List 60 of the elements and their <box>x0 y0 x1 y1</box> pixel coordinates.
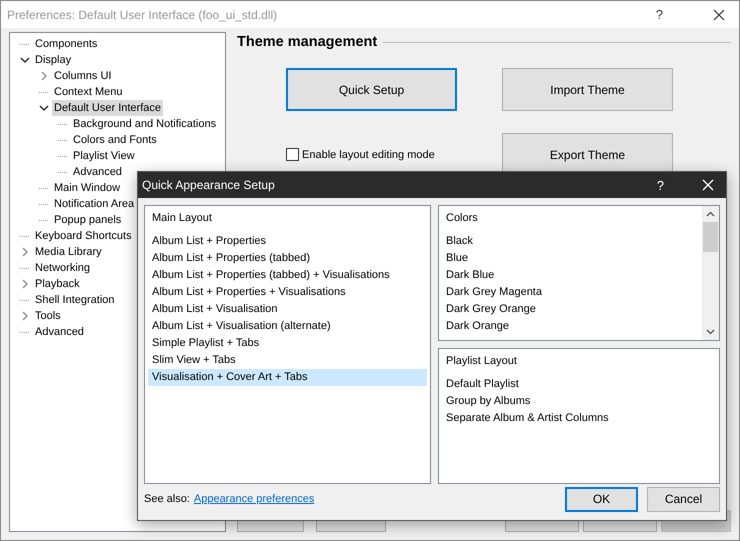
tree-item[interactable]: Advanced <box>71 164 124 180</box>
tree-item[interactable]: Networking <box>33 260 92 276</box>
dialog-button[interactable]: Cancel <box>647 486 720 512</box>
tree-item[interactable]: Advanced <box>33 324 86 340</box>
tree-item[interactable]: Components <box>33 36 100 52</box>
window-title: Preferences: Default User Interface (foo_ui_std.dll) <box>7 8 278 22</box>
scrollbar[interactable] <box>702 206 719 340</box>
tree-item[interactable]: Popup panels <box>52 212 124 228</box>
chevron-icon[interactable] <box>20 55 30 65</box>
list-item[interactable]: Visualisation + Cover Art + Tabs <box>148 369 427 386</box>
list-item[interactable]: Album List + Visualisation (alternate) <box>148 318 427 335</box>
close-icon[interactable] <box>713 8 725 20</box>
list-item[interactable]: Group by Albums <box>442 393 716 410</box>
tree-item[interactable]: Media Library <box>33 244 104 260</box>
list-item[interactable]: Dark Orange <box>442 318 699 335</box>
tree-item[interactable]: Context Menu <box>52 84 124 100</box>
tree-item[interactable]: Tools <box>33 308 63 324</box>
tree-item[interactable]: Playlist View <box>71 148 137 164</box>
tree-item[interactable]: Display <box>33 52 74 68</box>
tree-item[interactable]: Main Window <box>52 180 122 196</box>
list-header: Main Layout <box>151 212 213 226</box>
scroll-thumb[interactable] <box>703 222 718 252</box>
tree-item[interactable]: Keyboard Shortcuts <box>33 228 134 244</box>
list-item[interactable]: Dark Grey Magenta <box>442 284 699 301</box>
list-item[interactable]: Album List + Properties <box>148 233 427 250</box>
tree-item[interactable]: Playback <box>33 276 82 292</box>
tree-item[interactable]: Background and Notifications <box>71 116 218 132</box>
tree-item[interactable]: Colors and Fonts <box>71 132 159 148</box>
list-header: Colors <box>445 212 479 226</box>
list-item[interactable]: Separate Album & Artist Columns <box>442 410 716 427</box>
help-button[interactable]: ? <box>656 7 663 22</box>
list-item[interactable]: Album List + Properties + Visualisations <box>148 284 427 301</box>
appearance-link[interactable]: Appearance preferences <box>194 493 314 505</box>
list-item[interactable]: Dark Grey Orange <box>442 301 699 318</box>
help-button[interactable]: ? <box>656 178 664 192</box>
list-item[interactable]: Album List + Properties (tabbed) + Visualisations <box>148 267 427 284</box>
list-item[interactable]: Black <box>442 233 699 250</box>
checkbox[interactable] <box>286 148 299 161</box>
section-heading: Theme management <box>237 34 378 50</box>
list-item[interactable]: Blue <box>442 250 699 267</box>
list-item[interactable]: Dark Blue <box>442 267 699 284</box>
list-item[interactable]: Album List + Properties (tabbed) <box>148 250 427 267</box>
see-also-label: See also: <box>144 493 190 505</box>
dialog-title: Quick Appearance Setup <box>142 178 276 192</box>
tree-item[interactable]: Notification Area <box>52 196 136 212</box>
tree-item[interactable]: Columns UI <box>52 68 114 84</box>
theme-button[interactable]: Quick Setup <box>286 68 457 111</box>
list-item[interactable]: Slim View + Tabs <box>148 352 427 369</box>
scroll-up-icon[interactable] <box>706 211 715 217</box>
scroll-down-icon[interactable] <box>706 329 715 335</box>
chevron-icon[interactable] <box>39 103 49 113</box>
list-header: Playlist Layout <box>445 355 518 369</box>
dialog-button[interactable]: OK <box>565 486 638 512</box>
tree-item[interactable]: Shell Integration <box>33 292 116 308</box>
list-item[interactable]: Album List + Visualisation <box>148 301 427 318</box>
list-item[interactable]: Simple Playlist + Tabs <box>148 335 427 352</box>
tree-item[interactable]: Default User Interface <box>52 100 163 116</box>
theme-button[interactable]: Import Theme <box>502 68 673 111</box>
checkbox-label: Enable layout editing mode <box>302 148 435 160</box>
list-item[interactable]: Default Playlist <box>442 376 716 393</box>
